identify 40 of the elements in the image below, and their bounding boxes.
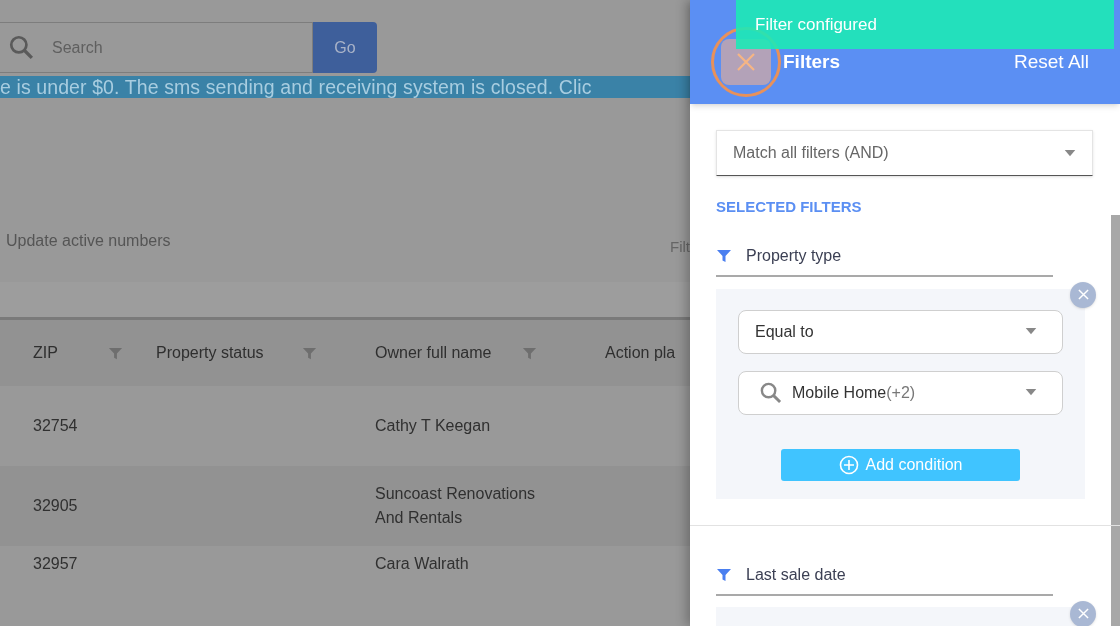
caret-icon [1025,328,1037,335]
caret-icon [1064,149,1076,157]
search-icon [8,34,34,60]
table-cell-text: Cara Walrath [375,554,470,574]
table-cell-text: Suncoast Renovations And Rentals [375,484,537,528]
column-header: Property status [156,343,264,363]
plus-circle-icon [838,454,859,475]
column-filter-icon [521,345,537,361]
operator-select[interactable]: Equal to [738,309,1063,354]
column-header: ZIP [33,343,58,363]
remove-filter-button[interactable] [1070,281,1096,308]
add-condition-button[interactable]: Add condition [781,448,1020,481]
close-icon [736,52,756,72]
close-icon [1077,289,1089,300]
search-icon [759,381,782,404]
balance-warning-text: e is under $0. The sms sending and receiving system is closed. Clic [0,76,592,99]
reset-all-button[interactable]: Reset All [1014,47,1089,77]
filter-name: Last sale date [746,564,846,585]
filter-name: Property type [746,245,842,266]
column-filter-icon [301,345,317,361]
caret-icon [1025,389,1037,396]
column-header: Action pla [605,343,676,363]
panel-title: Filters [783,49,841,74]
table-cell-text: Cathy T Keegan [375,416,492,436]
update-numbers-link[interactable]: Update active numbers [6,229,171,254]
close-icon [1077,608,1089,619]
search-field[interactable]: Search [0,22,313,73]
section-title: SELECTED FILTERS [716,197,863,217]
filter-icon [716,566,732,583]
match-mode-select[interactable]: Match all filters (AND) [716,130,1093,176]
remove-filter-button[interactable] [1070,600,1096,626]
go-button[interactable]: Go [313,22,377,73]
table-cell-text: 32957 [33,554,79,574]
table-cell-text: 32754 [33,416,79,436]
filter-icon [716,247,732,264]
table-cell-text: 32905 [33,496,79,516]
value-select[interactable]: Mobile Home(+2) [738,370,1063,415]
toast-message: Filter configured [755,13,877,36]
column-filter-icon [107,345,123,361]
column-header: Owner full name [375,343,492,363]
